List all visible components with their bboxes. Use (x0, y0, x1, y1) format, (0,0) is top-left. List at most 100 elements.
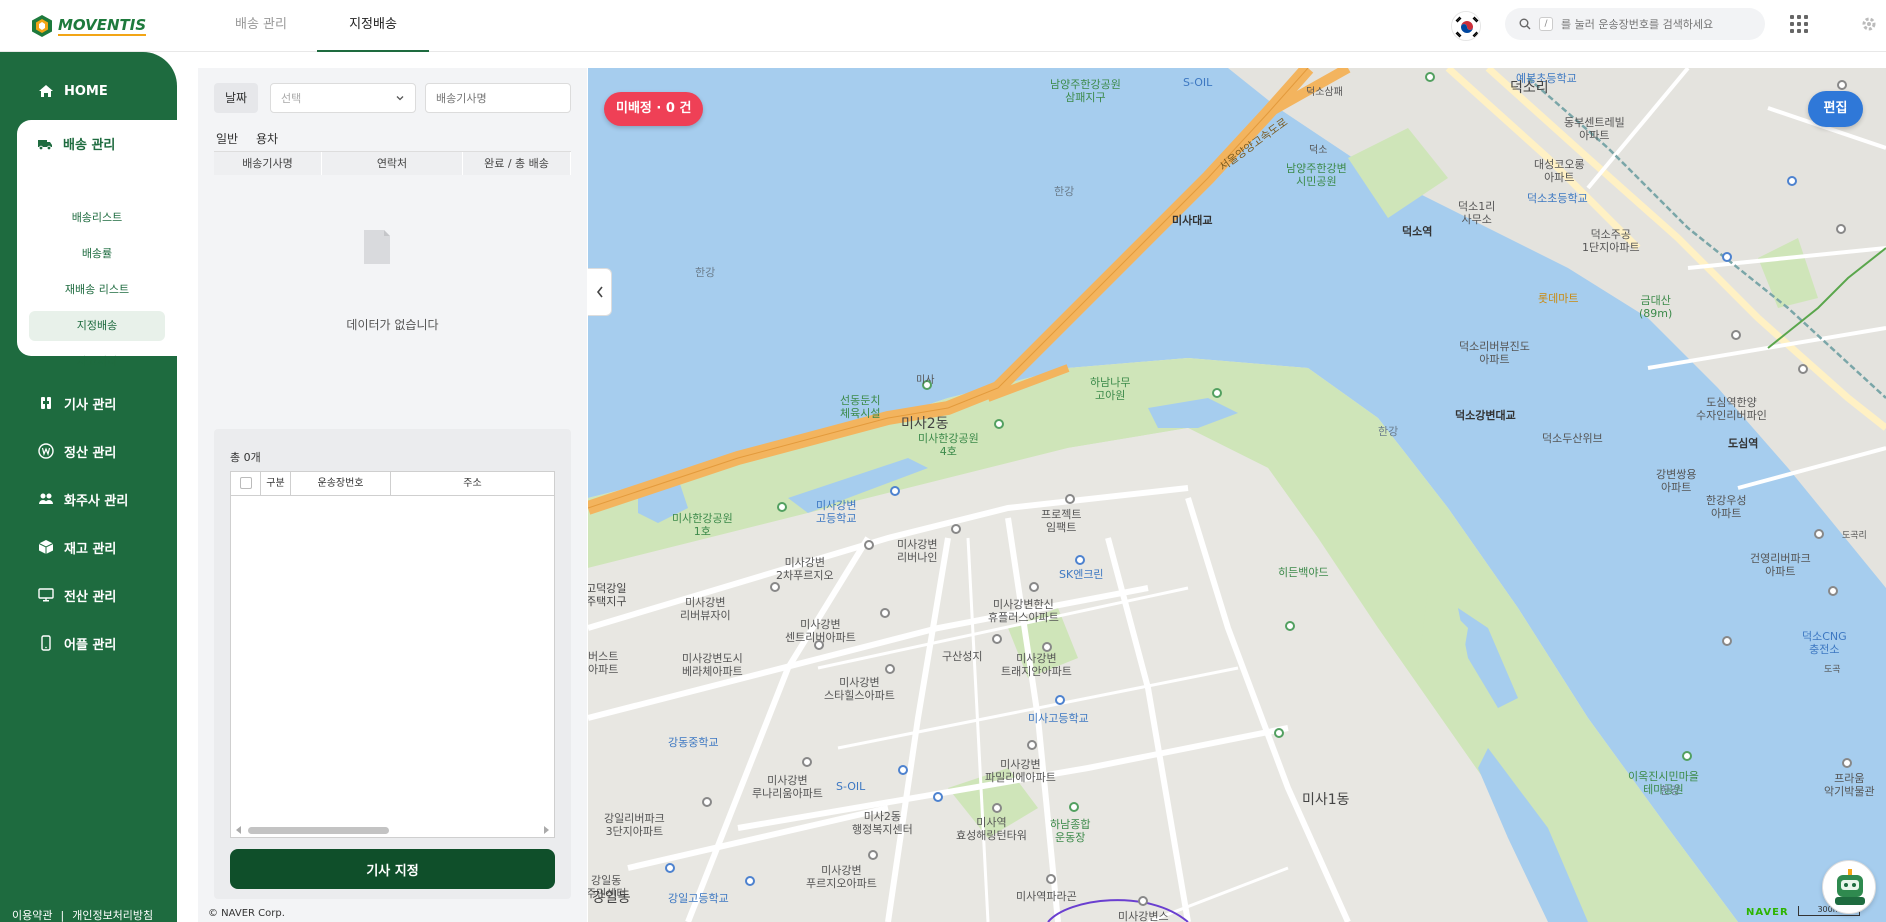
column-header-address[interactable]: 주소 (391, 472, 554, 496)
submenu-redelivery-list[interactable]: 재배송 리스트 (29, 275, 165, 305)
map-poi-pin[interactable] (1274, 728, 1284, 738)
map-poi-pin[interactable] (933, 792, 943, 802)
map-poi-pin[interactable] (1787, 176, 1797, 186)
driver-table-header: 배송기사명 연락처 완료 / 총 배송 (214, 151, 571, 176)
sidebar-item-label: 정산 관리 (64, 445, 117, 461)
search-input[interactable] (1561, 17, 1761, 31)
map-poi-pin[interactable] (770, 582, 780, 592)
map-poi-pin[interactable] (1029, 582, 1039, 592)
map-poi-pin[interactable] (992, 634, 1002, 644)
map-label: 미사역 효성해링턴타워 (956, 816, 1027, 842)
unassigned-count-badge[interactable]: 미배정 · 0 건 (604, 92, 704, 126)
map-view[interactable]: 남양주한강공원 삼패지구 S-OIL 덕소삼패 예봉초등학교 덕소리 동부센트레빌… (588, 68, 1886, 922)
sidebar-item-delivery[interactable]: 배송 관리 (37, 134, 115, 153)
map-poi-pin[interactable] (777, 502, 787, 512)
map-poi-pin[interactable] (868, 850, 878, 860)
submenu-designated-delivery[interactable]: 지정배송 (29, 311, 165, 341)
map-label: 덕소리버뷰진도 아파트 (1459, 340, 1530, 366)
map-poi-pin[interactable] (802, 757, 812, 767)
column-header-contact[interactable]: 연락처 (322, 152, 463, 176)
map-label: 미사강변 리버뷰자이 (680, 596, 731, 622)
gear-icon[interactable] (1860, 15, 1878, 33)
submenu-accident-handling[interactable]: 사고처리 (29, 347, 165, 377)
tab-designated-delivery[interactable]: 지정배송 (317, 0, 429, 52)
map-poi-pin[interactable] (890, 486, 900, 496)
map-poi-pin[interactable] (1828, 586, 1838, 596)
date-select[interactable]: 선택 (270, 83, 416, 113)
sidebar-item-shippers[interactable]: 화주사 관리 (0, 479, 177, 519)
map-poi-pin[interactable] (880, 608, 890, 618)
map-label: 미사강변 스타힐스아파트 (824, 676, 895, 702)
map-poi-pin[interactable] (1731, 330, 1741, 340)
logo[interactable]: MOVENTIS (30, 12, 147, 40)
orders-table: 구분 운송장번호 주소 (230, 471, 555, 838)
scrollbar-thumb[interactable] (248, 827, 389, 834)
submenu-delivery-list[interactable]: 배송리스트 (29, 203, 165, 233)
map-poi-pin[interactable] (665, 863, 675, 873)
column-header-progress[interactable]: 완료 / 총 배송 (463, 152, 571, 176)
map-poi-pin[interactable] (1069, 802, 1079, 812)
map-poi-pin[interactable] (1075, 555, 1085, 565)
sidebar-item-home[interactable]: HOME (0, 71, 177, 111)
waybill-search[interactable]: / (1505, 8, 1765, 40)
submenu-delivery-rate[interactable]: 배송률 (29, 239, 165, 269)
sidebar-item-settlement[interactable]: 정산 관리 (0, 431, 177, 471)
sidebar-item-inventory[interactable]: 재고 관리 (0, 527, 177, 567)
sidebar-item-app[interactable]: 어플 관리 (0, 623, 177, 663)
map-poi-pin[interactable] (1682, 751, 1692, 761)
map-poi-pin[interactable] (1722, 636, 1732, 646)
map-poi-pin[interactable] (992, 803, 1002, 813)
map-poi-pin[interactable] (1836, 224, 1846, 234)
map-poi-pin[interactable] (1798, 364, 1808, 374)
map-poi-pin[interactable] (1842, 758, 1852, 768)
column-header-waybill[interactable]: 운송장번호 (291, 472, 391, 496)
map-poi-pin[interactable] (885, 664, 895, 674)
map-poi-pin[interactable] (1212, 388, 1222, 398)
map-poi-pin[interactable] (1065, 494, 1075, 504)
map-poi-pin[interactable] (1837, 80, 1847, 90)
date-select-value: 선택 (281, 92, 302, 105)
map-label: 한강 (1660, 784, 1681, 797)
map-label: 남양주한강변 시민공원 (1286, 162, 1347, 188)
driver-name-input[interactable] (425, 83, 571, 113)
horizontal-scrollbar[interactable] (231, 823, 554, 837)
map-poi-pin[interactable] (1046, 874, 1056, 884)
map-poi-pin[interactable] (1138, 896, 1148, 906)
map-poi-pin[interactable] (1042, 642, 1052, 652)
scroll-right-arrow-icon[interactable] (544, 826, 549, 834)
terms-link[interactable]: 이용약관 (12, 909, 52, 922)
collapse-panel-button[interactable] (588, 268, 612, 316)
subtab-charter[interactable]: 용차 (256, 130, 278, 151)
kr-flag-icon[interactable] (1451, 11, 1481, 41)
column-header-type[interactable]: 구분 (261, 472, 291, 496)
subtab-general[interactable]: 일반 (216, 130, 239, 153)
map-poi-pin[interactable] (1425, 72, 1435, 82)
map-poi-pin[interactable] (1285, 621, 1295, 631)
map-label: 도곡리 (1842, 531, 1867, 541)
map-poi-pin[interactable] (1055, 695, 1065, 705)
select-all-checkbox[interactable] (239, 477, 252, 489)
scroll-left-arrow-icon[interactable] (236, 826, 241, 834)
map-poi-pin[interactable] (994, 419, 1004, 429)
apps-grid-icon[interactable] (1790, 15, 1808, 33)
map-poi-pin[interactable] (702, 797, 712, 807)
map-label: 미사1동 (1302, 792, 1350, 808)
assistant-bot-avatar[interactable] (1822, 860, 1876, 914)
map-poi-pin[interactable] (864, 540, 874, 550)
sidebar-item-drivers[interactable]: 기사 관리 (0, 383, 177, 423)
map-label: 덕소역 (1402, 225, 1433, 238)
map-poi-pin[interactable] (1722, 252, 1732, 262)
map-poi-pin[interactable] (1814, 529, 1824, 539)
map-label: 강일고등학교 (668, 892, 729, 905)
privacy-link[interactable]: 개인정보처리방침 (72, 909, 153, 922)
map-poi-pin[interactable] (1027, 740, 1037, 750)
tab-delivery-management[interactable]: 배송 관리 (222, 0, 300, 52)
sidebar-item-computing[interactable]: 전산 관리 (0, 575, 177, 615)
column-header-driver-name[interactable]: 배송기사명 (214, 152, 322, 176)
edit-button[interactable]: 편집 (1808, 91, 1863, 127)
won-icon (38, 443, 54, 459)
map-poi-pin[interactable] (898, 765, 908, 775)
map-poi-pin[interactable] (745, 876, 755, 886)
assign-driver-button[interactable]: 기사 지정 (230, 849, 555, 889)
map-poi-pin[interactable] (951, 524, 961, 534)
